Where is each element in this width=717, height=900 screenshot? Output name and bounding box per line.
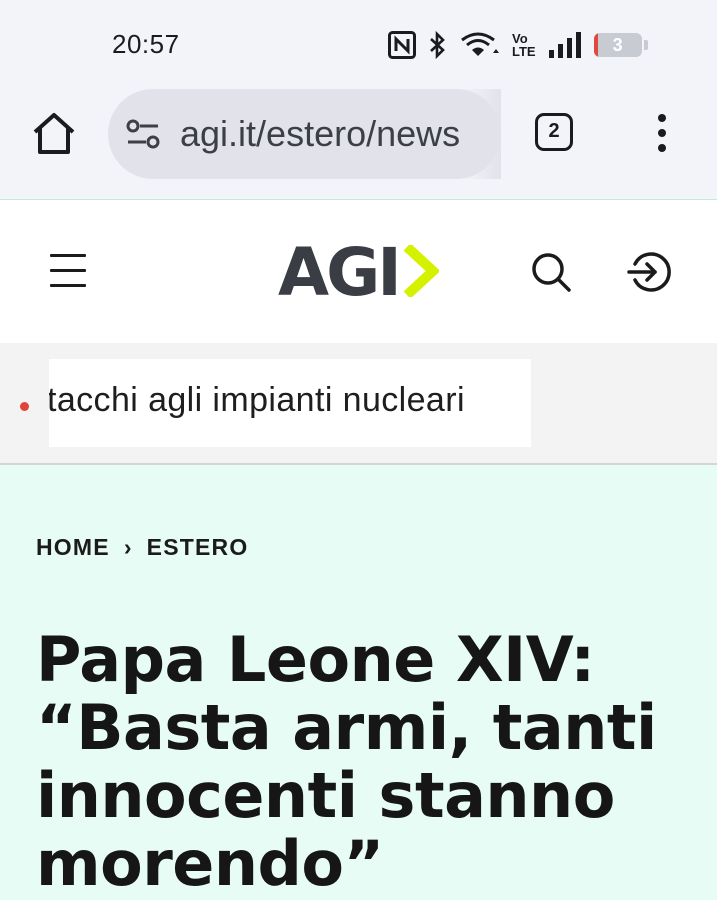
signal-icon [548,32,581,58]
url-text[interactable]: agi.it/estero/news [180,113,486,155]
menu-dot [658,144,666,152]
site-logo[interactable]: AGI [278,233,439,313]
battery-tip [643,40,648,50]
logo-chevron [403,245,439,297]
logo-wordmark: AGI [278,234,402,311]
breadcrumb-section[interactable]: ESTERO [147,534,249,561]
live-dot [20,402,29,411]
ticker-text[interactable]: tacchi agli impianti nucleari [49,381,465,420]
wifi-icon [461,32,499,56]
status-icons: Vo LTE 3 [388,28,648,62]
menu-dot [658,129,666,137]
site-header: AGI [0,199,717,344]
breadcrumb-home[interactable]: HOME [36,534,110,561]
site-settings-icon[interactable] [126,118,160,150]
login-icon[interactable] [627,250,671,294]
ticker-item[interactable]: tacchi agli impianti nucleari [49,359,531,447]
battery-icon: 3 [593,33,642,57]
bluetooth-icon [430,30,445,60]
url-bar[interactable]: agi.it/estero/news [108,89,501,179]
volte-icon: Vo LTE [512,31,536,59]
breadcrumb-separator: › [123,534,133,560]
breadcrumb: HOME › ESTERO [36,534,248,561]
nfc-icon [388,31,416,59]
search-icon[interactable] [530,251,572,293]
home-icon[interactable] [30,110,78,158]
browser-chrome: 20:57 Vo LTE 3 agi.it/estero/news 2 [0,0,717,197]
menu-dot [658,114,666,122]
battery-level: 3 [612,35,623,55]
article-headline: Papa Leone XIV: “Basta armi, tanti innoc… [36,623,657,900]
browser-menu-button[interactable] [650,114,674,154]
status-time: 20:57 [112,29,180,59]
menu-icon[interactable] [50,254,86,290]
tab-switcher-button[interactable]: 2 [535,113,573,151]
url-fade [461,89,501,179]
news-ticker: tacchi agli impianti nucleari [0,343,717,465]
